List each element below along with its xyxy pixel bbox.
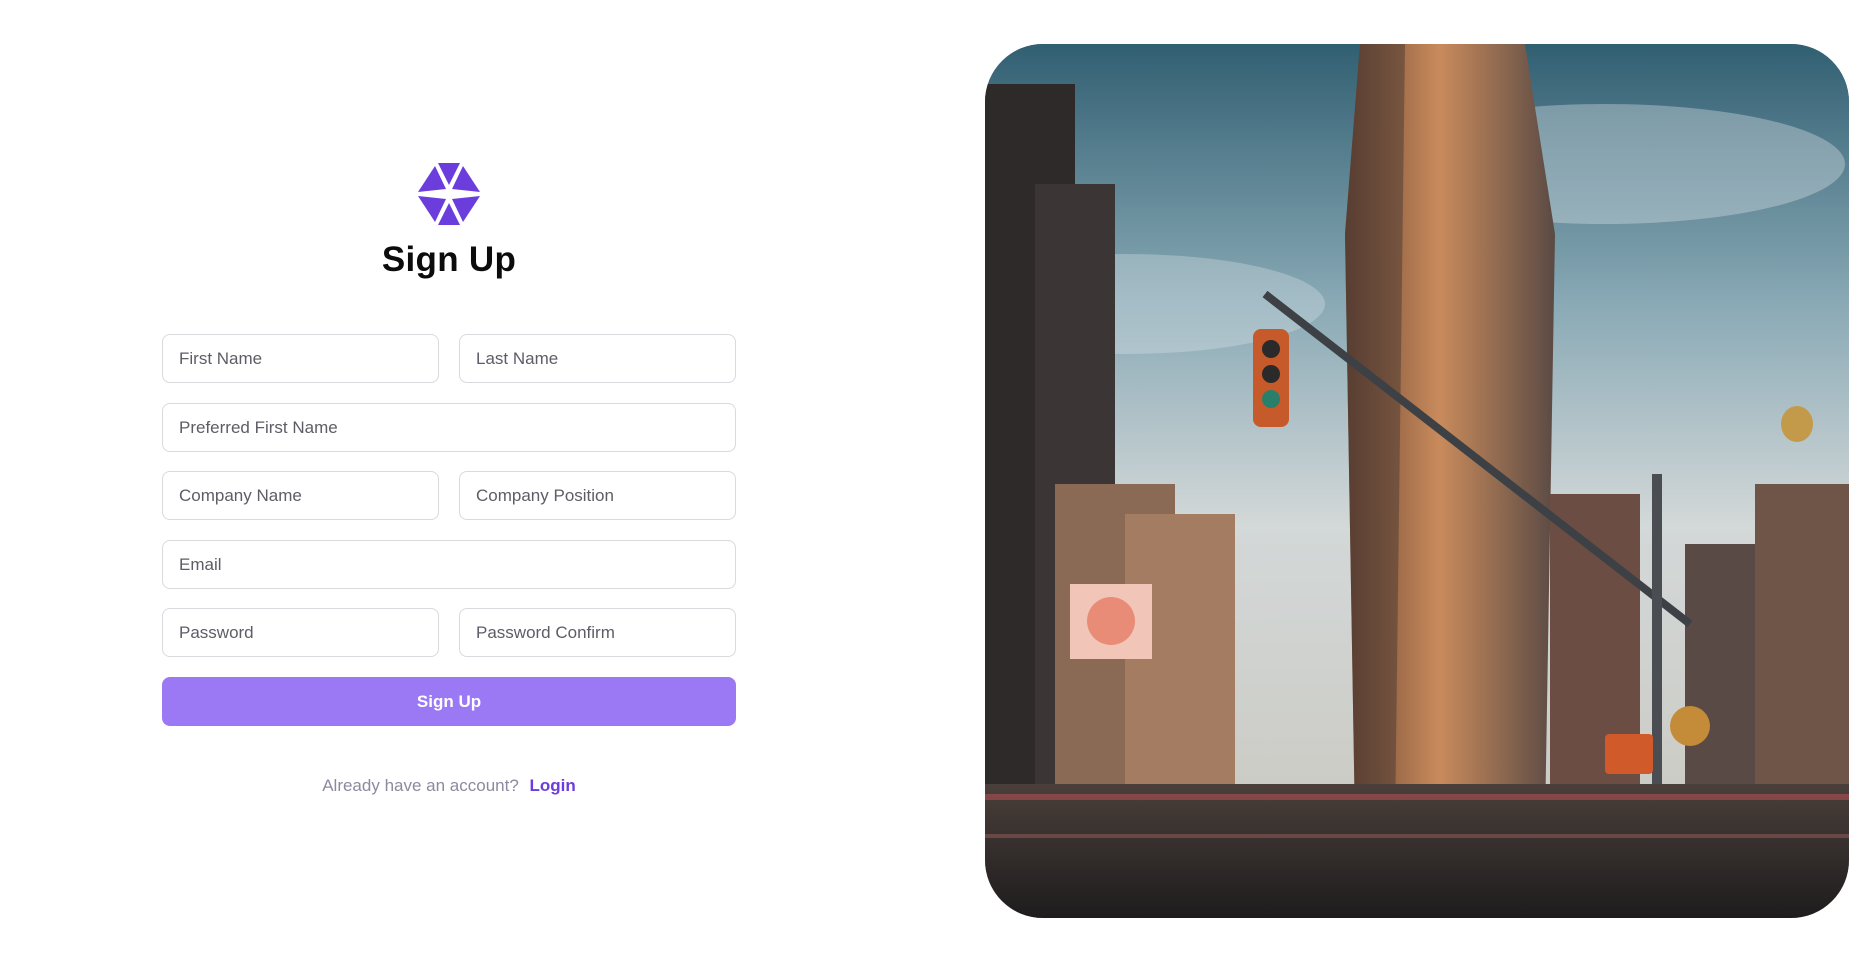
page-title: Sign Up xyxy=(381,240,517,279)
password-field[interactable] xyxy=(162,608,439,657)
company-position-field[interactable] xyxy=(459,471,736,520)
company-name-field[interactable] xyxy=(162,471,439,520)
city-street-photo xyxy=(985,44,1849,918)
first-name-field[interactable] xyxy=(162,334,439,383)
last-name-field[interactable] xyxy=(459,334,736,383)
email-field[interactable] xyxy=(162,540,736,589)
login-prompt-text: Already have an account? xyxy=(322,776,519,795)
hexagon-triangles-icon xyxy=(418,163,480,225)
preferred-first-name-field[interactable] xyxy=(162,403,736,452)
sign-up-button[interactable]: Sign Up xyxy=(162,677,736,726)
hero-image xyxy=(985,44,1849,918)
password-confirm-field[interactable] xyxy=(459,608,736,657)
signup-form: Sign Up Sign Up Already have an account?… xyxy=(162,0,736,962)
signup-page: Sign Up Sign Up Already have an account?… xyxy=(0,0,1874,962)
login-link[interactable]: Login xyxy=(530,776,576,795)
login-prompt: Already have an account? Login xyxy=(162,776,736,796)
